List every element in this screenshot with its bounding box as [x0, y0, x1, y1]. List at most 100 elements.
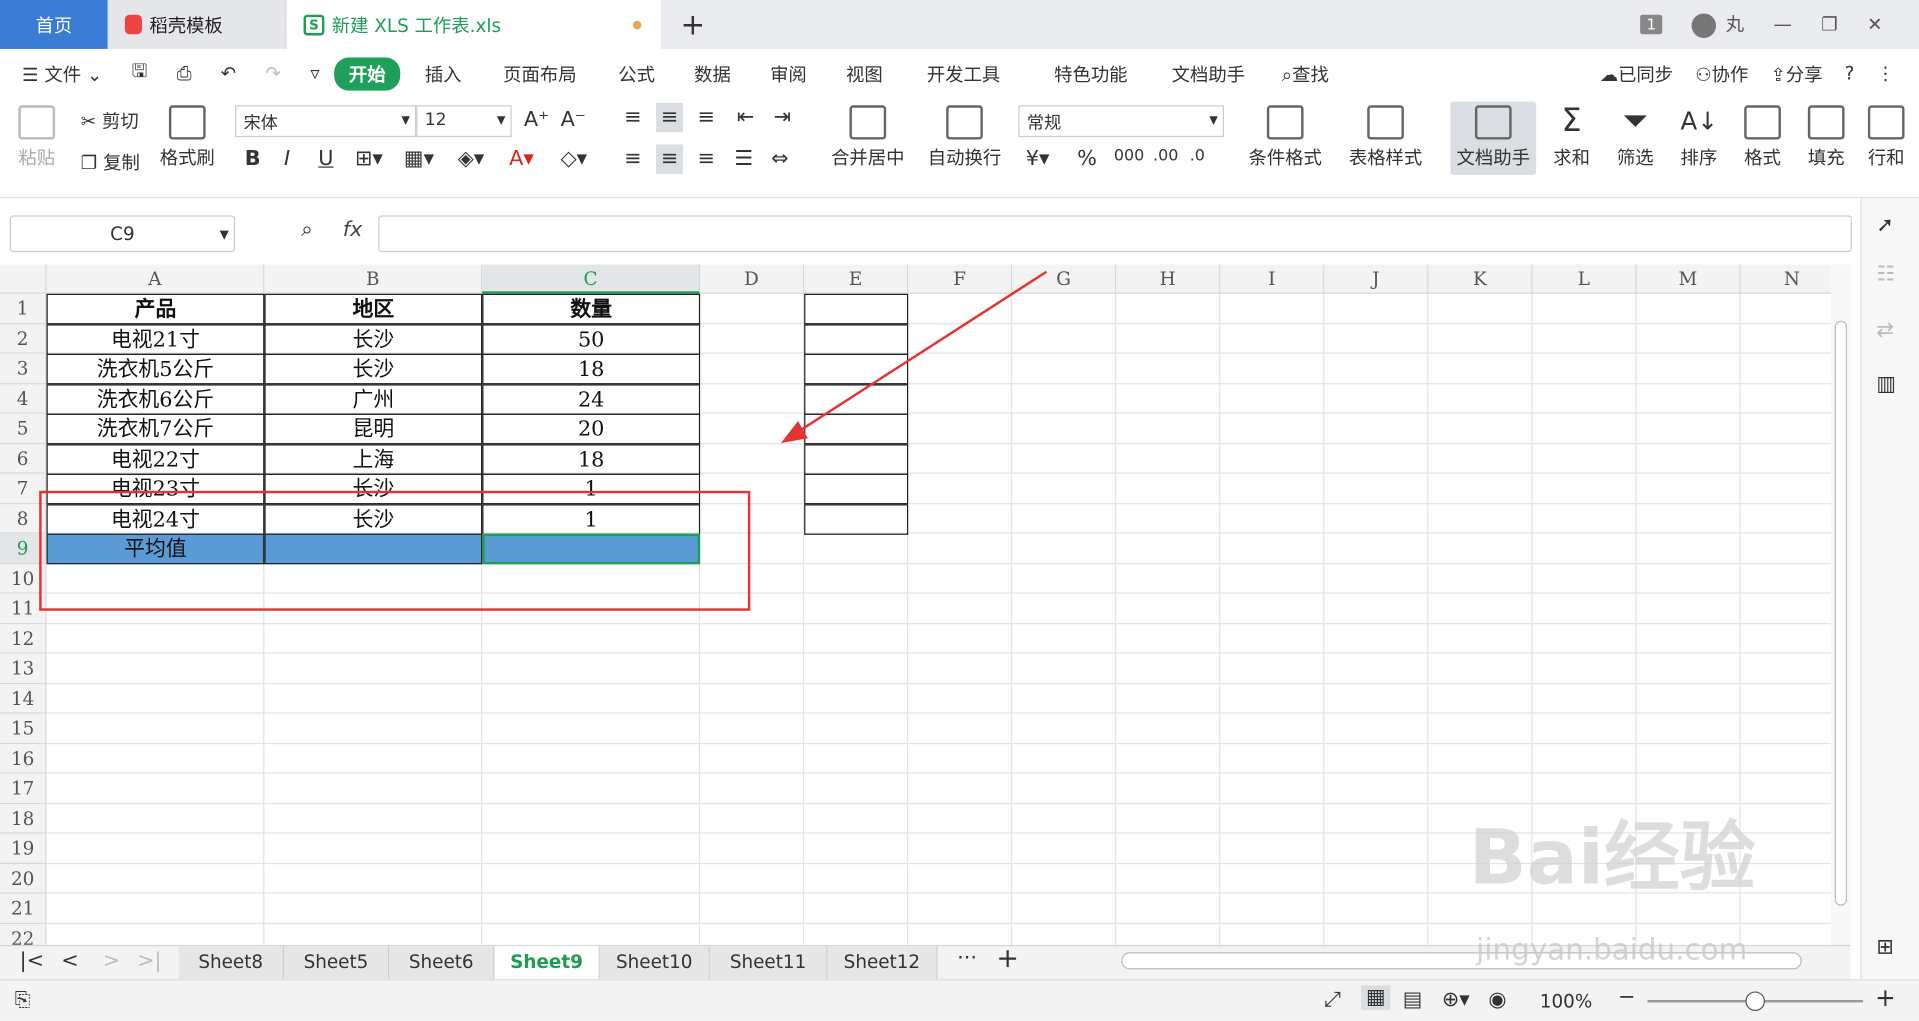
page-break-icon[interactable]: ▤	[1403, 988, 1423, 1012]
sum-button[interactable]: Σ 求和	[1547, 105, 1596, 170]
share-button[interactable]: ⇪分享	[1770, 61, 1822, 87]
eraser-icon[interactable]: ◇▾	[561, 147, 587, 171]
font-grow-icon[interactable]: A⁺	[524, 108, 549, 132]
help-icon[interactable]: ?	[1845, 62, 1855, 84]
table-style-button[interactable]: 表格样式	[1342, 105, 1430, 170]
sheet-tab-sheet6[interactable]: Sheet6	[389, 946, 495, 980]
table-cell[interactable]: 洗衣机6公斤	[46, 383, 265, 415]
chart-icon[interactable]: ▥	[1876, 372, 1896, 396]
column-header-c[interactable]: C	[482, 264, 701, 294]
empty-bordered-cell[interactable]	[804, 443, 909, 475]
row-header-1[interactable]: 1	[0, 293, 47, 324]
align-top-icon[interactable]: ≡	[624, 105, 641, 129]
restore-icon[interactable]: ❐	[1821, 13, 1837, 35]
table-cell[interactable]: 上海	[264, 443, 483, 475]
cut-button[interactable]: ✂ 剪切	[81, 108, 139, 134]
formula-input[interactable]	[378, 215, 1852, 253]
row-header-4[interactable]: 4	[0, 383, 47, 414]
merge-center-button[interactable]: 合并居中	[825, 105, 911, 170]
align-middle-icon[interactable]: ≡	[656, 102, 684, 133]
table-cell[interactable]: 电视22寸	[46, 443, 265, 475]
wrap-text-button[interactable]: 自动换行	[925, 105, 1003, 170]
menu-tab-start[interactable]: 开始	[334, 56, 401, 90]
menu-tab-special[interactable]: 特色功能	[1039, 61, 1142, 87]
font-select[interactable]: 宋体 ▾	[235, 105, 417, 138]
column-header-b[interactable]: B	[264, 264, 483, 294]
settings-sliders-icon[interactable]: ☷	[1876, 262, 1895, 286]
zoom-level[interactable]: 100%	[1540, 990, 1592, 1012]
currency-icon[interactable]: ¥▾	[1026, 147, 1050, 171]
redo-icon[interactable]: ↷	[251, 62, 296, 84]
sheet-tab-sheet10[interactable]: Sheet10	[599, 946, 710, 980]
menu-tab-insert[interactable]: 插入	[410, 61, 476, 87]
table-cell[interactable]: 长沙	[264, 353, 483, 385]
column-header-n[interactable]: N	[1740, 264, 1832, 294]
normal-view-icon[interactable]: ▦	[1361, 985, 1391, 1010]
window-count-badge[interactable]: 1	[1640, 14, 1663, 35]
sheet-tab-sheet11[interactable]: Sheet11	[709, 946, 828, 980]
filter-button[interactable]: ⏷ 筛选	[1611, 105, 1660, 170]
name-box[interactable]: C9 ▾	[9, 215, 236, 253]
print-icon[interactable]: ⎙	[162, 62, 206, 84]
table-cell[interactable]: 洗衣机7公斤	[46, 413, 265, 445]
transfer-icon[interactable]: ⇄	[1876, 318, 1893, 342]
menu-tab-layout[interactable]: 页面布局	[488, 61, 591, 87]
row-header-16[interactable]: 16	[0, 743, 47, 774]
page-layout-icon[interactable]: ⊕▾	[1442, 988, 1470, 1012]
row-header-18[interactable]: 18	[0, 803, 47, 834]
tab-template[interactable]: 稻壳模板	[107, 0, 287, 49]
empty-bordered-cell[interactable]	[804, 413, 909, 445]
next-sheet-icon[interactable]: >	[103, 949, 120, 973]
function-icon[interactable]: fx	[343, 218, 363, 242]
zoom-out-icon[interactable]: −	[1618, 985, 1635, 1009]
conditional-format-button[interactable]: 条件格式	[1241, 105, 1329, 170]
table-cell[interactable]: 电视21寸	[46, 323, 265, 355]
table-cell[interactable]: 洗衣机5公斤	[46, 353, 265, 385]
column-header-h[interactable]: H	[1116, 264, 1221, 294]
zoom-in-icon[interactable]: +	[1875, 983, 1896, 1012]
table-cell[interactable]: 24	[482, 383, 701, 415]
percent-icon[interactable]: %	[1077, 147, 1097, 171]
empty-bordered-cell[interactable]	[804, 383, 909, 415]
more-sheets-icon[interactable]: ···	[957, 946, 977, 970]
format-button[interactable]: 格式	[1738, 105, 1787, 170]
save-icon[interactable]: 🖫	[117, 58, 162, 89]
menu-tab-dochelper[interactable]: 文档助手	[1157, 61, 1260, 87]
menu-tab-formula[interactable]: 公式	[604, 61, 670, 87]
align-right-icon[interactable]: ≡	[698, 147, 715, 171]
column-header-i[interactable]: I	[1220, 264, 1325, 294]
decimal-decrease-icon[interactable]: .0	[1190, 147, 1205, 165]
table-cell[interactable]: 18	[482, 443, 701, 475]
font-size-select[interactable]: 12 ▾	[416, 105, 512, 138]
justify-icon[interactable]: ☰	[734, 147, 753, 171]
border-icon[interactable]: ⊞▾	[355, 147, 383, 171]
number-format-select[interactable]: 常规 ▾	[1018, 105, 1224, 138]
italic-icon[interactable]: I	[284, 147, 290, 171]
column-header-a[interactable]: A	[46, 264, 265, 294]
sort-button[interactable]: A↓ 排序	[1674, 105, 1723, 170]
zoom-cell-icon[interactable]: ⌕	[301, 218, 313, 242]
row-header-19[interactable]: 19	[0, 833, 47, 864]
vertical-scroll-thumb[interactable]	[1834, 320, 1848, 906]
tab-file[interactable]: S 新建 XLS 工作表.xls	[286, 0, 661, 49]
doc-helper-button[interactable]: 文档助手	[1455, 105, 1531, 170]
decimal-increase-icon[interactable]: .00	[1153, 147, 1178, 165]
menu-tab-data[interactable]: 数据	[679, 61, 745, 87]
fill-button[interactable]: 填充	[1802, 105, 1851, 170]
pointer-icon[interactable]: ➚	[1876, 213, 1893, 237]
row-header-2[interactable]: 2	[0, 323, 47, 354]
zoom-slider-knob[interactable]	[1745, 991, 1766, 1012]
thousands-icon[interactable]: 000	[1114, 147, 1144, 165]
table-cell[interactable]: 50	[482, 323, 701, 355]
distribute-icon[interactable]: ⇔	[771, 147, 788, 171]
row-header-15[interactable]: 15	[0, 713, 47, 744]
tab-home[interactable]: 首页	[0, 0, 108, 49]
column-header-m[interactable]: M	[1636, 264, 1741, 294]
cell-fill-icon[interactable]: ▦▾	[404, 147, 434, 171]
align-left-icon[interactable]: ≡	[624, 147, 641, 171]
paste-button[interactable]: 粘贴	[12, 105, 61, 170]
customize-icon[interactable]: ▿	[296, 62, 335, 84]
prev-sheet-icon[interactable]: <	[61, 949, 78, 973]
last-sheet-icon[interactable]: >|	[137, 949, 161, 973]
font-shrink-icon[interactable]: A⁻	[561, 108, 586, 132]
